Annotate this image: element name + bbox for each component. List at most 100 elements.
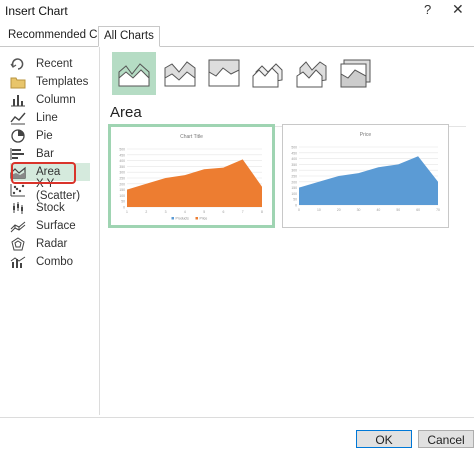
- sidebar-item-templates[interactable]: Templates: [10, 73, 98, 91]
- y-tick-label: 350: [291, 163, 297, 167]
- y-tick-label: 0: [123, 206, 125, 210]
- preview-title: Price: [360, 132, 372, 138]
- radar-chart-icon: [10, 237, 26, 251]
- y-tick-label: 400: [291, 157, 297, 161]
- x-tick-label: 60: [416, 208, 420, 212]
- x-tick-label: 70: [436, 208, 440, 212]
- subtype-area[interactable]: [112, 52, 156, 95]
- sidebar-item-label: Combo: [36, 256, 74, 268]
- legend-swatch: [195, 217, 198, 220]
- sidebar-item-stock[interactable]: Stock: [10, 199, 98, 217]
- y-tick-label: 150: [119, 188, 125, 192]
- title-bar: Insert Chart ? ✕: [0, 0, 474, 22]
- x-tick-label: 3: [165, 210, 167, 214]
- sidebar-item-column[interactable]: Column: [10, 91, 98, 109]
- y-tick-label: 100: [291, 192, 297, 196]
- x-tick-label: 2: [145, 210, 147, 214]
- subtype-100-percent-stacked-area[interactable]: [202, 52, 246, 95]
- y-tick-label: 450: [291, 151, 297, 155]
- area-highlight-box: [11, 162, 76, 184]
- sidebar-item-label: Line: [36, 112, 58, 124]
- preview-chart-1[interactable]: Chart Title 500 450 400 350 300 250 200 150 100 50…: [108, 124, 275, 228]
- legend-label: Price: [200, 217, 208, 221]
- y-tick-label: 400: [119, 159, 125, 163]
- sidebar-item-label: Pie: [36, 130, 53, 142]
- subtype-3d-area[interactable]: [246, 52, 290, 95]
- 3d-percent-stacked-area-subtype-icon: [340, 59, 371, 88]
- y-tick-label: 0: [295, 204, 297, 208]
- stock-chart-icon: [10, 201, 26, 215]
- sidebar-item-pie[interactable]: Pie: [10, 127, 98, 145]
- 3d-stacked-area-subtype-icon: [296, 61, 327, 88]
- scatter-chart-icon: [10, 183, 26, 197]
- surface-chart-icon: [10, 219, 26, 233]
- sidebar-item-radar[interactable]: Radar: [10, 235, 98, 253]
- pie-chart-icon: [10, 129, 26, 143]
- sidebar-item-label: Recent: [36, 58, 73, 70]
- y-tick-label: 100: [119, 194, 125, 198]
- y-tick-label: 350: [119, 165, 125, 169]
- sidebar-item-label: Templates: [36, 76, 89, 88]
- 3d-area-subtype-icon: [252, 63, 283, 88]
- preview-chart-2[interactable]: Price 500 450 400 350 300 250 200 150 100 50 0 0 10 20…: [282, 124, 449, 228]
- x-tick-label: 30: [357, 208, 361, 212]
- cancel-button[interactable]: Cancel: [418, 430, 474, 448]
- help-button[interactable]: ?: [424, 2, 431, 17]
- bar-chart-icon: [10, 147, 26, 161]
- sidebar-item-label: Surface: [36, 220, 76, 232]
- insert-chart-dialog: Insert Chart ? ✕ Recommended Charts All …: [0, 0, 474, 454]
- sidebar-item-label: Bar: [36, 148, 54, 160]
- section-title: Area: [110, 104, 142, 121]
- x-tick-label: 10: [317, 208, 321, 212]
- sidebar-item-label: Column: [36, 94, 76, 106]
- x-tick-label: 0: [298, 208, 300, 212]
- templates-folder-icon: [10, 75, 26, 89]
- x-tick-label: 6: [222, 210, 224, 214]
- legend-swatch: [171, 217, 174, 220]
- y-tick-label: 50: [293, 198, 297, 202]
- subtype-gallery: [108, 52, 371, 97]
- sidebar-item-surface[interactable]: Surface: [10, 217, 98, 235]
- y-tick-label: 250: [119, 177, 125, 181]
- stacked-area-subtype-icon: [164, 61, 196, 87]
- sidebar-item-recent[interactable]: Recent: [10, 55, 98, 73]
- x-tick-label: 40: [377, 208, 381, 212]
- close-button[interactable]: ✕: [452, 1, 464, 18]
- y-tick-label: 500: [119, 148, 125, 152]
- line-chart-icon: [10, 111, 26, 125]
- percent-stacked-area-subtype-icon: [208, 59, 240, 87]
- y-tick-label: 500: [291, 146, 297, 150]
- y-tick-label: 250: [291, 175, 297, 179]
- y-tick-label: 300: [291, 169, 297, 173]
- sidebar-item-bar[interactable]: Bar: [10, 145, 98, 163]
- y-tick-label: 300: [119, 171, 125, 175]
- column-chart-icon: [10, 93, 26, 107]
- footer-divider: [0, 417, 474, 418]
- subtype-3d-100-percent-stacked-area[interactable]: [334, 52, 378, 95]
- tab-all-charts[interactable]: All Charts: [98, 26, 160, 47]
- sidebar-item-combo[interactable]: Combo: [10, 253, 98, 271]
- chart-type-sidebar: Recent Templates Column Line Pie Bar Are…: [0, 47, 100, 415]
- x-tick-label: 50: [396, 208, 400, 212]
- sidebar-item-label: Radar: [36, 238, 68, 250]
- x-tick-label: 4: [184, 210, 186, 214]
- sidebar-item-label: Stock: [36, 202, 65, 214]
- area-subtype-icon: [118, 63, 150, 87]
- y-tick-label: 200: [119, 182, 125, 186]
- subtype-stacked-area[interactable]: [158, 52, 202, 95]
- y-tick-label: 50: [121, 200, 125, 204]
- x-tick-label: 7: [242, 210, 244, 214]
- preview-title: Chart Title: [180, 134, 203, 140]
- preview-1-svg: Chart Title50045040035030025020015010050…: [119, 134, 263, 221]
- preview-2-svg: Price5004504003503002502001501005000 10 20…: [291, 132, 440, 212]
- y-tick-label: 200: [291, 180, 297, 184]
- x-tick-label: 5: [203, 210, 205, 214]
- sidebar-item-line[interactable]: Line: [10, 109, 98, 127]
- x-tick-label: 1: [126, 210, 128, 214]
- y-tick-label: 450: [119, 153, 125, 157]
- area-series: [299, 156, 438, 205]
- ok-button[interactable]: OK: [356, 430, 412, 448]
- x-tick-label: 20: [337, 208, 341, 212]
- subtype-3d-stacked-area[interactable]: [290, 52, 334, 95]
- combo-chart-icon: [10, 255, 26, 269]
